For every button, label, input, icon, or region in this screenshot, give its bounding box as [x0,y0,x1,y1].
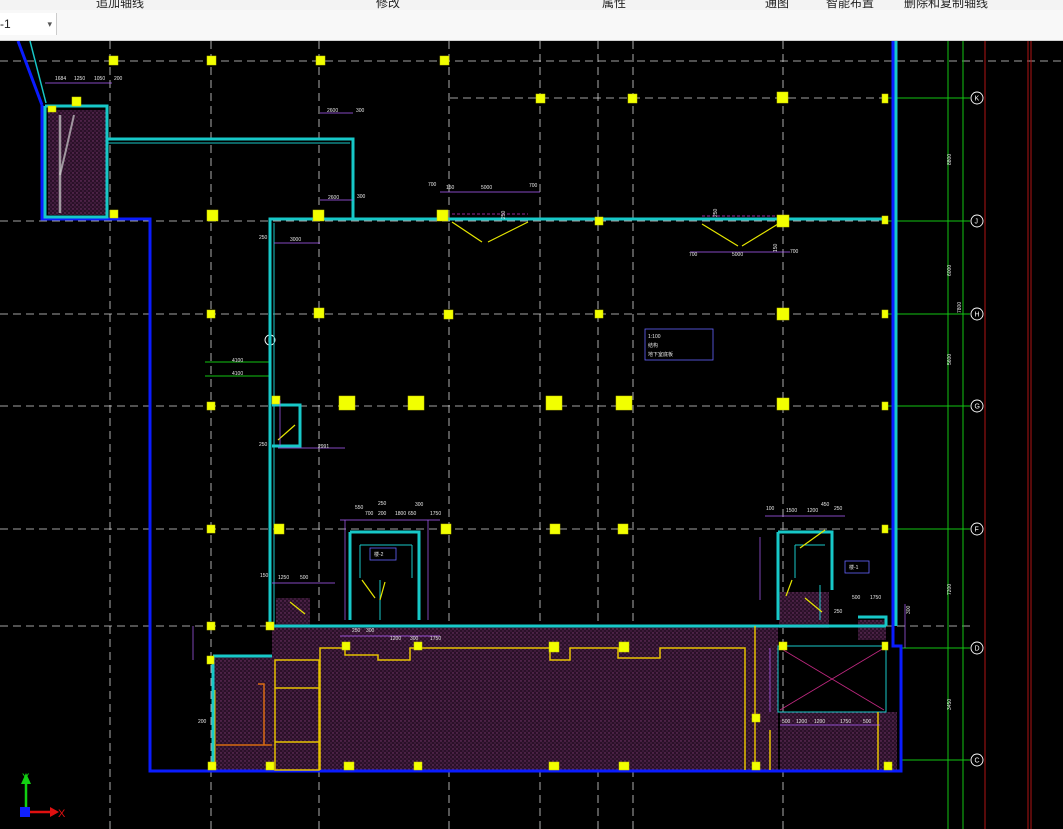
dim-text: 1750 [430,511,441,517]
dim-text: 250 [352,628,361,634]
dim-text: 100 [766,506,775,512]
dim-text: 300 [366,628,375,634]
dim-text: 200 [198,719,207,725]
dim-text: 4100 [232,358,243,364]
dim-text: 500 [782,719,791,725]
spacing-label-jh-total: 7800 [957,302,963,313]
dim-text: 700 [365,511,374,517]
dim-text: 1200 [390,636,401,642]
spacing-label-dc: 3450 [947,699,953,710]
dim-text: 700 [529,183,538,189]
dim-text: 1500 [786,508,797,514]
dim-text: 1250 [74,76,85,82]
spacing-label-hg: 5600 [947,354,953,365]
dim-text: 1750 [870,595,881,601]
dim-text: 250 [713,208,719,217]
chevron-down-icon[interactable]: ▾ [47,13,52,35]
dim-text: 200 [378,511,387,517]
dim-text: 700 [689,252,698,258]
axis-label-j: J [975,219,979,226]
dim-text: 250 [259,442,268,448]
dim-text: 250 [834,506,843,512]
boundary-red-lines [984,41,1032,829]
spacing-label-kj: 8800 [947,154,953,165]
dim-text: 4100 [232,371,243,377]
dim-text: 1684 [55,76,66,82]
dim-text: 300 [906,605,912,614]
room-tag-line-3: 地下室底板 [648,351,673,358]
dim-text: 300 [415,502,424,508]
spacing-label-jh: 6000 [947,265,953,276]
dim-text: 1750 [430,636,441,642]
layer-dropdown-value: -1 [0,17,11,31]
dim-text: 250 [378,501,387,507]
dim-text: 200 [114,76,123,82]
spacing-label-fd: 7200 [947,584,953,595]
dim-text: 700 [428,182,437,188]
dim-text: 1800 [395,511,406,517]
right-tag-box[interactable]: 楼-1 [844,560,870,574]
dim-text: 1250 [278,575,289,581]
layer-dropdown[interactable]: -1 ▾ [0,13,57,35]
dim-text: 250 [501,210,507,219]
ucs-x-label: X [58,808,66,820]
axis-label-c: C [975,758,980,765]
dim-text: 500 [863,719,872,725]
stair-tag-box[interactable]: 楼-2 [369,547,397,561]
dim-text: 2600 [328,195,339,201]
dim-text: 300 [410,636,419,642]
shaft-cross [779,647,885,711]
dim-text: 1200 [807,508,818,514]
dim-text: 450 [821,502,830,508]
ucs-y-label: Y [22,772,30,784]
stair-tag-label: 楼-2 [374,551,384,558]
axis-label-f: F [975,527,979,534]
dim-text: 150 [446,185,455,191]
dim-text: 250 [834,609,843,615]
axis-label-k: K [975,96,980,103]
dim-text: 300 [357,194,366,200]
right-tag-label: 楼-1 [849,564,859,571]
dim-text: 500 [300,575,309,581]
dim-text: 1050 [94,76,105,82]
dim-text: 1200 [814,719,825,725]
axis-label-d: D [975,646,980,653]
dim-text: 2991 [318,444,329,450]
dim-text: 5000 [732,252,743,258]
dim-text: 150 [773,243,779,252]
dim-text: 500 [852,595,861,601]
dim-text: 700 [790,249,799,255]
dim-text: 550 [355,505,364,511]
dim-text: 250 [259,235,268,241]
room-tag-line-1: 1:100 [648,334,661,340]
room-tag-line-2: 结构 [648,342,658,349]
dim-text: 1750 [840,719,851,725]
axis-label-h: H [975,312,980,319]
cad-drawing-canvas[interactable]: K J H G F D C H 8800 6000 7800 5600 7200… [0,41,1063,829]
dim-text: 300 [356,108,365,114]
dim-text: 150 [260,573,269,579]
floor-plan-drawing[interactable]: K J H G F D C H 8800 6000 7800 5600 7200… [0,41,1063,829]
toolbar: -1 ▾ [0,10,1063,41]
dim-text: 650 [408,511,417,517]
dim-text: 2600 [327,108,338,114]
axis-label-g: G [975,404,980,411]
dim-text: 5000 [481,185,492,191]
dim-text: 1200 [796,719,807,725]
dim-text: 3000 [290,237,301,243]
room-tag-box[interactable]: 1:100 结构 地下室底板 [644,328,714,361]
